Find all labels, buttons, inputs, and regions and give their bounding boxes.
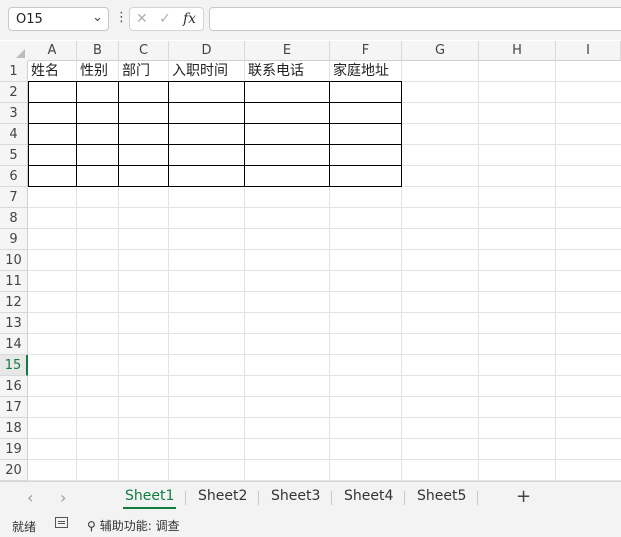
table-border: [28, 186, 402, 187]
column-header-g[interactable]: G: [402, 41, 479, 61]
row-header-8[interactable]: 8: [0, 208, 28, 229]
sheet-tab-sheet2[interactable]: Sheet2: [198, 488, 247, 504]
select-all-corner[interactable]: [0, 41, 28, 61]
insert-function-button[interactable]: fx: [183, 11, 196, 27]
next-sheet-icon[interactable]: ›: [60, 488, 66, 507]
table-border: [244, 81, 245, 187]
table-border: [28, 81, 29, 187]
table-border: [28, 165, 402, 166]
column-header-b[interactable]: B: [77, 41, 119, 61]
table-border: [76, 81, 77, 187]
tab-divider: [477, 491, 478, 505]
row-header-5[interactable]: 5: [0, 145, 28, 166]
sheet-tabs-bar: ‹ › Sheet1 Sheet2 Sheet3 Sheet4 Sheet5 +: [0, 481, 621, 513]
row-header-18[interactable]: 18: [0, 418, 28, 439]
sheet-tab-sheet5[interactable]: Sheet5: [417, 488, 466, 504]
column-header-c[interactable]: C: [119, 41, 169, 61]
cell-grid[interactable]: [28, 61, 621, 481]
table-border: [28, 81, 402, 82]
row-header-12[interactable]: 12: [0, 292, 28, 313]
header-cell-e1[interactable]: 联系电话: [245, 61, 330, 82]
header-cell-f1[interactable]: 家庭地址: [330, 61, 402, 82]
header-cell-d1[interactable]: 入职时间: [169, 61, 245, 82]
table-border: [28, 144, 402, 145]
row-header-7[interactable]: 7: [0, 187, 28, 208]
tab-divider: [331, 491, 332, 505]
tab-divider: [404, 491, 405, 505]
column-header-h[interactable]: H: [479, 41, 556, 61]
prev-sheet-icon[interactable]: ‹: [27, 488, 33, 507]
row-header-20[interactable]: 20: [0, 460, 28, 481]
formula-input[interactable]: [209, 7, 621, 31]
column-header-f[interactable]: F: [330, 41, 402, 61]
table-border: [329, 81, 330, 187]
table-border: [118, 81, 119, 187]
row-header-14[interactable]: 14: [0, 334, 28, 355]
row-header-3[interactable]: 3: [0, 103, 28, 124]
grid-line: [478, 61, 479, 481]
row-header-10[interactable]: 10: [0, 250, 28, 271]
cancel-icon[interactable]: ✕: [136, 11, 148, 27]
header-cell-b1[interactable]: 性别: [77, 61, 119, 82]
sheet-tab-sheet3[interactable]: Sheet3: [271, 488, 320, 504]
row-header-13[interactable]: 13: [0, 313, 28, 334]
table-border: [168, 81, 169, 187]
table-border: [28, 102, 402, 103]
tab-divider: [185, 491, 186, 505]
add-sheet-button[interactable]: +: [516, 486, 531, 507]
tab-divider: [258, 491, 259, 505]
sheet-tab-sheet1[interactable]: Sheet1: [122, 488, 177, 509]
row-header-11[interactable]: 11: [0, 271, 28, 292]
row-header-16[interactable]: 16: [0, 376, 28, 397]
grid-line: [555, 61, 556, 481]
row-header-1[interactable]: 1: [0, 61, 28, 82]
header-cell-a1[interactable]: 姓名: [28, 61, 77, 82]
row-header-19[interactable]: 19: [0, 439, 28, 460]
formula-bar: O15 ⌄ ⋮ ✕ ✓ fx: [0, 0, 621, 40]
status-bar: 就绪 ⚲ 辅助功能: 调查: [0, 513, 621, 537]
more-options-icon[interactable]: ⋮: [115, 10, 128, 25]
status-ready: 就绪: [12, 520, 37, 534]
column-header-e[interactable]: E: [245, 41, 330, 61]
enter-icon[interactable]: ✓: [159, 11, 171, 27]
accessibility-label: 辅助功能: 调查: [99, 519, 180, 533]
row-header-17[interactable]: 17: [0, 397, 28, 418]
column-header-i[interactable]: I: [556, 41, 621, 61]
row-header-15[interactable]: 15: [0, 355, 28, 376]
name-box[interactable]: O15 ⌄: [8, 7, 109, 31]
header-cell-c1[interactable]: 部门: [119, 61, 169, 82]
row-header-6[interactable]: 6: [0, 166, 28, 187]
column-header-a[interactable]: A: [28, 41, 77, 61]
chevron-down-icon[interactable]: ⌄: [92, 10, 103, 25]
sheet-tab-sheet4[interactable]: Sheet4: [344, 488, 393, 504]
column-header-d[interactable]: D: [169, 41, 245, 61]
table-border: [28, 123, 402, 124]
row-header-9[interactable]: 9: [0, 229, 28, 250]
accessibility-icon: ⚲: [87, 519, 96, 533]
formula-buttons: ✕ ✓ fx: [129, 7, 204, 31]
accessibility-status[interactable]: ⚲ 辅助功能: 调查: [87, 517, 180, 534]
row-header-4[interactable]: 4: [0, 124, 28, 145]
name-box-value: O15: [16, 12, 43, 27]
row-header-2[interactable]: 2: [0, 82, 28, 103]
table-border: [401, 81, 402, 187]
page-layout-icon[interactable]: [55, 517, 68, 528]
